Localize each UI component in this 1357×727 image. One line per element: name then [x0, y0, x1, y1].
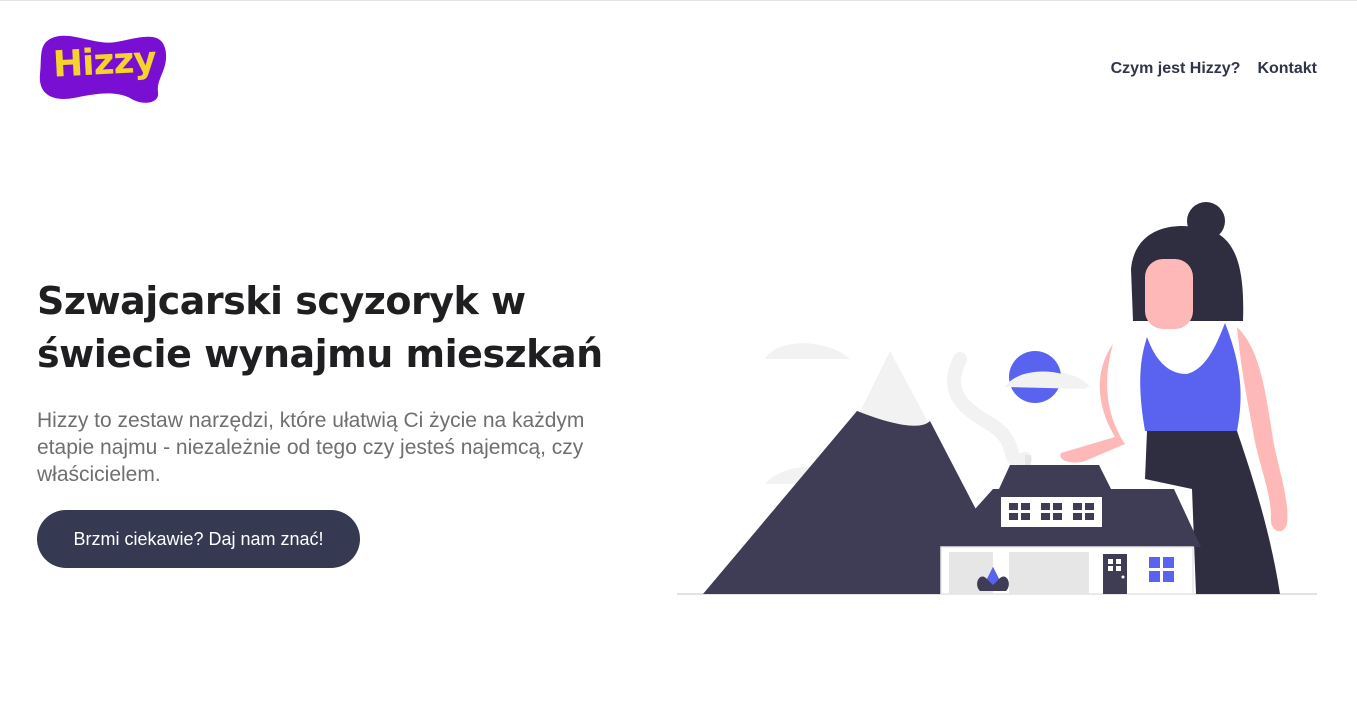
hero-illustration	[675, 199, 1320, 604]
hero-title: Szwajcarski scyzoryk w świecie wynajmu m…	[37, 279, 603, 376]
nav-link-contact[interactable]: Kontakt	[1257, 60, 1317, 78]
hizzy-logo[interactable]: Hizzy	[38, 28, 168, 106]
nav-link-about[interactable]: Czym jest Hizzy?	[1111, 60, 1241, 78]
logo-wordmark: Hizzy	[51, 39, 157, 86]
hero-subtitle: Hizzy to zestaw narzędzi, które ułatwią …	[37, 409, 585, 486]
main-nav: Czym jest Hizzy? Kontakt	[1111, 60, 1317, 78]
cta-button[interactable]: Brzmi ciekawie? Daj nam znać!	[37, 510, 360, 568]
